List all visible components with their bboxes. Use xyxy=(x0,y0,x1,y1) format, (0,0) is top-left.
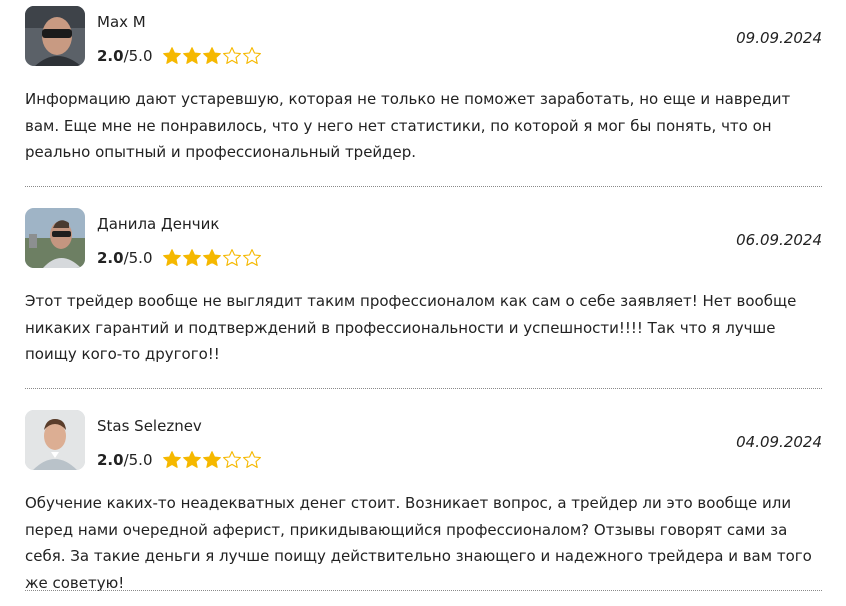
review-date: 09.09.2024 xyxy=(736,29,822,47)
rating-max: /5.0 xyxy=(123,249,153,267)
rating: 2.0/5.0 xyxy=(97,448,262,472)
rating: 2.0/5.0 xyxy=(97,44,262,68)
avatar xyxy=(25,208,85,268)
star-rating xyxy=(162,450,262,470)
review-text: Этот трейдер вообще не выглядит таким пр… xyxy=(25,292,797,363)
user-photo-danila-icon xyxy=(25,208,85,268)
star-rating xyxy=(162,46,262,66)
review-item: Max M 2.0/5.0 09.09.2024 Информацию дают… xyxy=(0,0,846,202)
review-date: 06.09.2024 xyxy=(736,231,822,249)
author-name: Данила Денчик xyxy=(97,215,220,233)
rating-value: 2.0 xyxy=(97,451,124,469)
star-filled-icon xyxy=(202,248,222,268)
review-text: Информацию дают устаревшую, которая не т… xyxy=(25,90,791,161)
rating-value: 2.0 xyxy=(97,47,124,65)
rating-value: 2.0 xyxy=(97,249,124,267)
author-name: Max M xyxy=(97,13,146,31)
review-item: Данила Денчик 2.0/5.0 06.09.2024 Этот тр… xyxy=(0,202,846,404)
user-photo-stas-icon xyxy=(25,410,85,470)
star-filled-icon xyxy=(202,450,222,470)
user-photo-max-icon xyxy=(25,6,85,66)
review-date: 04.09.2024 xyxy=(736,433,822,451)
divider xyxy=(25,186,822,187)
star-empty-icon xyxy=(222,46,242,66)
rating-max: /5.0 xyxy=(123,451,153,469)
star-empty-icon xyxy=(222,248,242,268)
divider xyxy=(25,388,822,389)
star-filled-icon xyxy=(202,46,222,66)
review-item: Stas Seleznev 2.0/5.0 04.09.2024 Обучени… xyxy=(0,404,846,606)
reviews-list: Max M 2.0/5.0 09.09.2024 Информацию дают… xyxy=(0,0,846,593)
star-filled-icon xyxy=(162,248,182,268)
star-filled-icon xyxy=(162,46,182,66)
review-text: Обучение каких-то неадекватных денег сто… xyxy=(25,494,812,592)
star-rating xyxy=(162,248,262,268)
rating: 2.0/5.0 xyxy=(97,246,262,270)
divider xyxy=(25,590,822,591)
author-name: Stas Seleznev xyxy=(97,417,202,435)
avatar xyxy=(25,410,85,470)
star-empty-icon xyxy=(222,450,242,470)
star-filled-icon xyxy=(182,248,202,268)
rating-max: /5.0 xyxy=(123,47,153,65)
avatar xyxy=(25,6,85,66)
star-filled-icon xyxy=(182,450,202,470)
star-empty-icon xyxy=(242,248,262,268)
star-empty-icon xyxy=(242,450,262,470)
star-filled-icon xyxy=(162,450,182,470)
star-filled-icon xyxy=(182,46,202,66)
star-empty-icon xyxy=(242,46,262,66)
